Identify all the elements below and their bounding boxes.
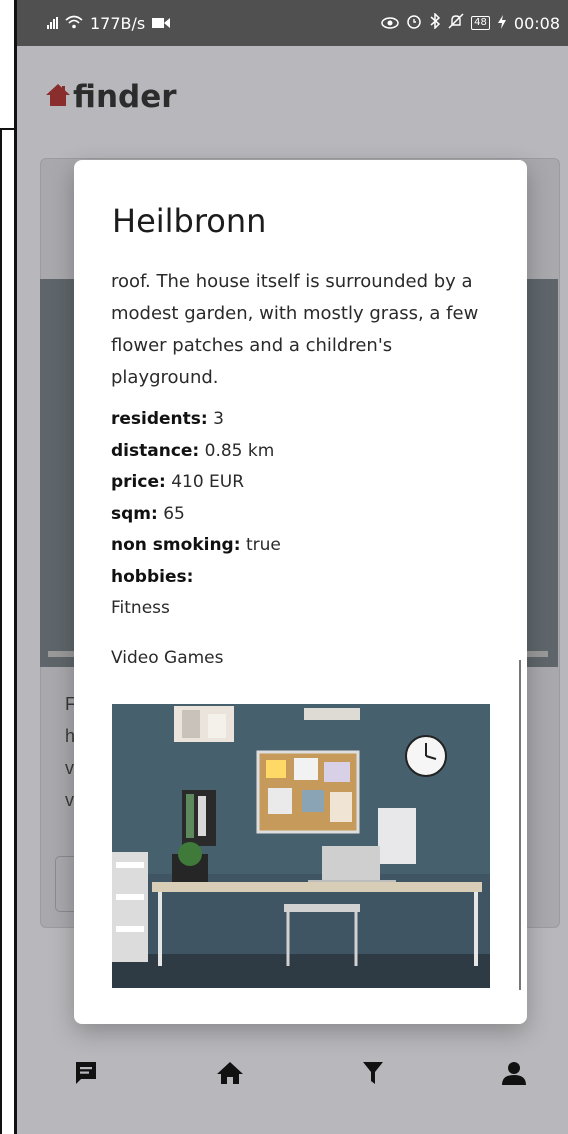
home-icon[interactable]: [213, 1056, 247, 1090]
status-bar: 177B/s 48 00:08: [17, 0, 568, 46]
app-logo-text: finder: [73, 79, 177, 115]
dialog-title: Heilbronn: [112, 202, 267, 240]
dialog-scrollbar[interactable]: [519, 660, 521, 990]
profile-icon[interactable]: [497, 1056, 531, 1090]
hobby-item: Fitness: [111, 598, 170, 618]
clock-time: 00:08: [513, 13, 560, 33]
room-photo: [112, 704, 490, 988]
card-text-fragment: v: [65, 790, 74, 810]
alarm-icon: [406, 13, 422, 33]
detail-sqm: sqm: 65: [111, 503, 185, 524]
detail-price: price: 410 EUR: [111, 472, 245, 492]
hobby-item: Video Games: [111, 647, 224, 668]
frame-line-left: [0, 128, 2, 1134]
frame-line-top: [0, 128, 14, 130]
dialog-body: roof. The house itself is surrounded by …: [111, 266, 481, 674]
hobbies-label: hobbies:: [111, 566, 194, 587]
bluetooth-icon: [429, 12, 441, 33]
network-speed: 177B/s: [90, 13, 146, 33]
detail-residents: residents: 3: [111, 409, 224, 429]
card-text-fragment: v: [65, 758, 74, 778]
charging-icon: [497, 14, 507, 33]
detail-distance: distance: 0.85 km: [111, 440, 275, 461]
mute-icon: [448, 13, 464, 33]
filter-icon[interactable]: [356, 1056, 390, 1090]
detail-non-smoking: non smoking: true: [111, 535, 281, 555]
listing-detail-dialog[interactable]: Heilbronn roof. The house itself is surr…: [74, 160, 527, 1024]
eye-icon: [381, 14, 399, 33]
video-icon: [152, 14, 171, 33]
app-header: finder: [45, 79, 177, 115]
listing-description: roof. The house itself is surrounded by …: [111, 271, 479, 388]
bottom-navigation: [17, 1034, 568, 1134]
battery-icon: 48: [471, 16, 490, 30]
signal-icon: [47, 17, 58, 29]
wifi-icon: [65, 14, 83, 33]
house-logo-icon: [45, 83, 71, 112]
chat-icon[interactable]: [69, 1056, 103, 1090]
